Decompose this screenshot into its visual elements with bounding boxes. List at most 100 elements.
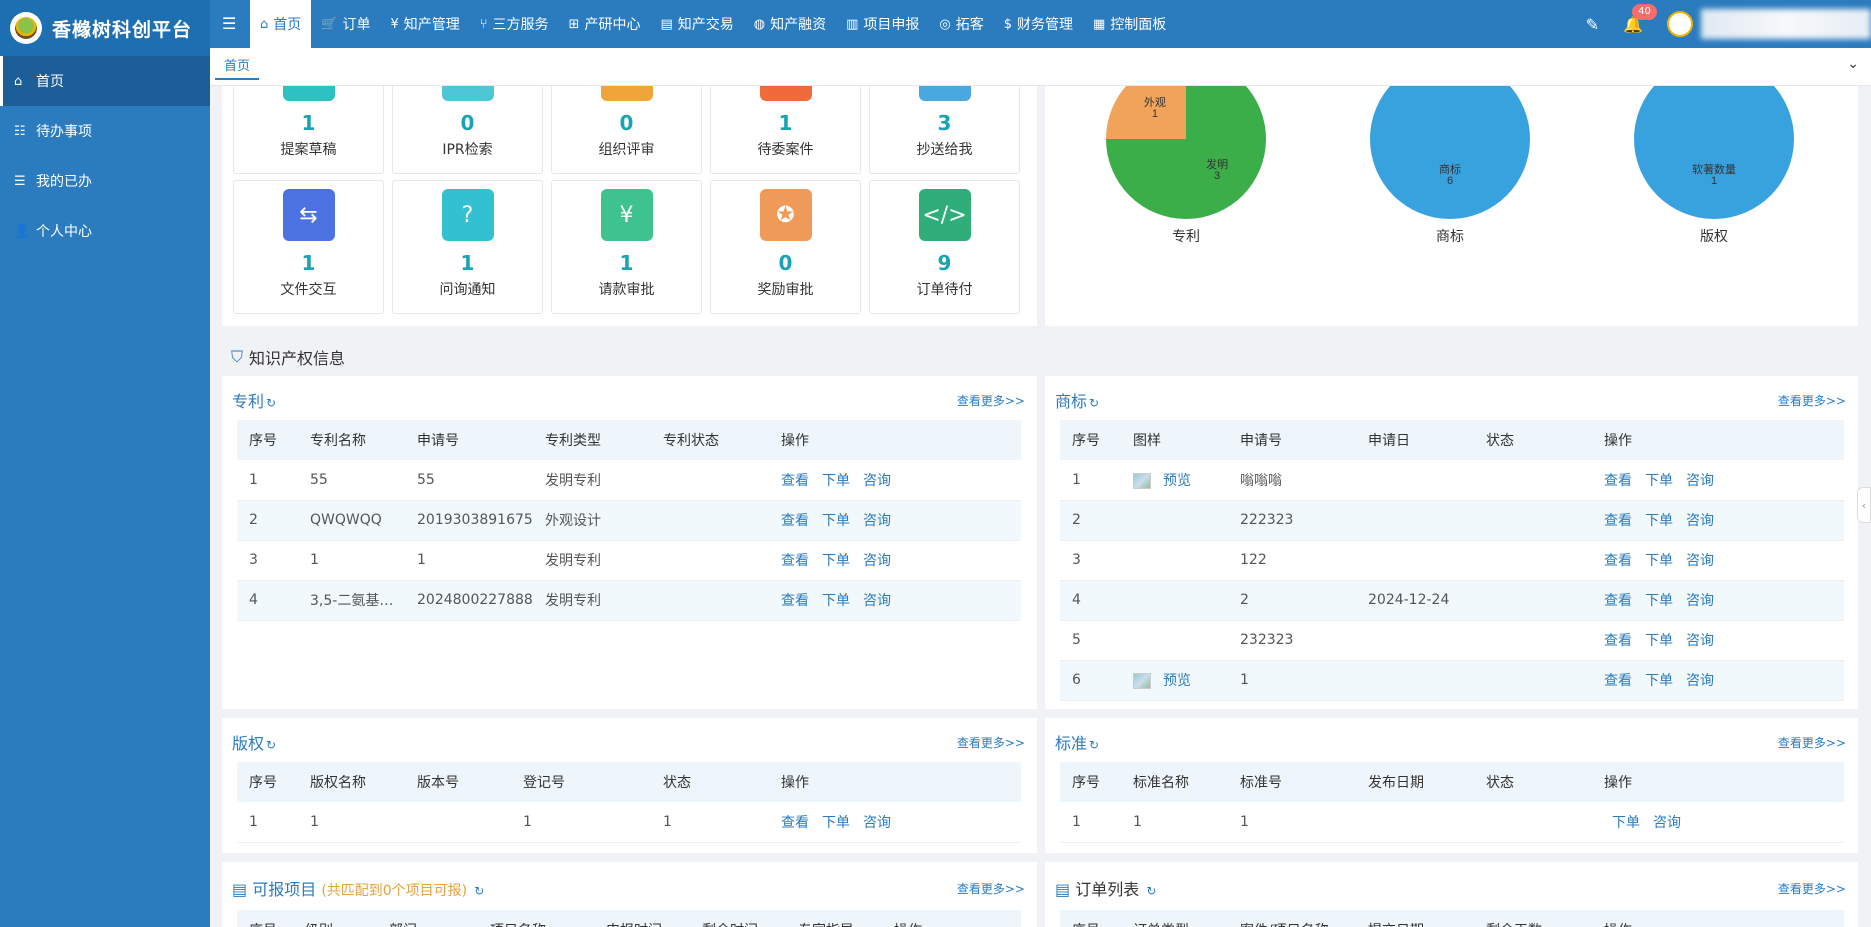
copyright-more-link[interactable]: 查看更多>> (957, 734, 1025, 751)
todo-cell[interactable]: ⇆ 1 文件交互 (233, 180, 384, 314)
projects-more-link[interactable]: 查看更多>> (957, 880, 1025, 897)
consult-link[interactable]: 咨询 (863, 593, 891, 609)
todo-cell[interactable]: </> 9 订单待付 (869, 180, 1020, 314)
nav-item-3[interactable]: ⑂ 三方服务 (470, 0, 559, 48)
orders-more-link[interactable]: 查看更多>> (1778, 880, 1846, 897)
view-link[interactable]: 查看 (1604, 633, 1632, 649)
projects-subtitle: (共匹配到0个项目可报) (321, 883, 468, 899)
view-link[interactable]: 查看 (781, 815, 809, 831)
chevron-down-icon[interactable]: ⌄ (1847, 56, 1859, 72)
view-link[interactable]: 查看 (1604, 553, 1632, 569)
order-link[interactable]: 下单 (1612, 815, 1640, 831)
refresh-icon[interactable]: ↻ (1146, 884, 1156, 898)
refresh-icon[interactable]: ↻ (1089, 396, 1099, 410)
todo-cell[interactable]: ⌕ 0 IPR检索 (392, 86, 543, 174)
todo-cell[interactable]: ✉ 1 待委案件 (710, 86, 861, 174)
consult-link[interactable]: 咨询 (863, 513, 891, 529)
todo-count: 9 (937, 251, 952, 275)
nav-item-0[interactable]: ⌂ 首页 (250, 0, 312, 48)
order-link[interactable]: 下单 (1645, 593, 1673, 609)
order-link[interactable]: 下单 (1645, 553, 1673, 569)
order-link[interactable]: 下单 (822, 593, 850, 609)
order-link[interactable]: 下单 (1645, 513, 1673, 529)
todo-cell[interactable]: ✪ 0 奖励审批 (710, 180, 861, 314)
nav-item-10[interactable]: ▦ 控制面板 (1083, 0, 1176, 48)
standard-table: 序号 标准名称 标准号 发布日期 状态 操作 1 1 1 下单 咨询 (1060, 762, 1844, 843)
order-link[interactable]: 下单 (1645, 473, 1673, 489)
view-link[interactable]: 查看 (781, 593, 809, 609)
view-link[interactable]: 查看 (781, 473, 809, 489)
home-icon: ⌂ (14, 73, 23, 89)
trademark-thumbnail[interactable] (1133, 673, 1151, 689)
patent-more-link[interactable]: 查看更多>> (957, 392, 1025, 409)
nav-item-6[interactable]: ◍ 知产融资 (744, 0, 836, 48)
refresh-icon[interactable]: ↻ (474, 884, 484, 898)
consult-link[interactable]: 咨询 (863, 473, 891, 489)
pie-slice-商标[interactable] (1370, 86, 1530, 219)
todo-cell[interactable]: ☰ 0 组织评审 (551, 86, 702, 174)
consult-link[interactable]: 咨询 (863, 815, 891, 831)
view-link[interactable]: 查看 (1604, 593, 1632, 609)
tab-home[interactable]: 首页 (215, 56, 260, 80)
view-link[interactable]: 查看 (1604, 473, 1632, 489)
trademark-thumbnail[interactable] (1133, 472, 1151, 489)
consult-link[interactable]: 咨询 (1686, 473, 1714, 489)
refresh-icon[interactable]: ↻ (1089, 738, 1099, 752)
order-link[interactable]: 下单 (822, 815, 850, 831)
brand-logo[interactable]: 香橼树科创平台 (0, 0, 210, 56)
preview-link[interactable]: 预览 (1163, 673, 1191, 689)
standard-more-link[interactable]: 查看更多>> (1778, 734, 1846, 751)
edit-icon[interactable]: ✎ (1586, 15, 1599, 34)
consult-link[interactable]: 咨询 (1686, 673, 1714, 689)
nav-item-4[interactable]: ⊞ 产研中心 (559, 0, 651, 48)
view-link[interactable]: 查看 (781, 553, 809, 569)
preview-link[interactable]: 预览 (1163, 473, 1191, 489)
bell-icon[interactable]: 🔔 40 (1623, 3, 1657, 34)
view-link[interactable]: 查看 (1604, 673, 1632, 689)
consult-link[interactable]: 咨询 (1686, 593, 1714, 609)
consult-link[interactable]: 咨询 (1686, 633, 1714, 649)
nav-item-7[interactable]: ▥ 项目申报 (836, 0, 929, 48)
side-drawer-toggle[interactable]: ‹ (1857, 487, 1871, 523)
clipboard-icon: ▤ (1055, 880, 1076, 899)
sidebar-item-0[interactable]: ⌂ 首页 (0, 56, 210, 106)
todo-cell[interactable]: ✎ 1 提案草稿 (233, 86, 384, 174)
pie-slice-外观[interactable] (1106, 86, 1186, 139)
copyright-table: 序号 版权名称 版本号 登记号 状态 操作 1 1 1 1 查看 下单 咨询 (237, 762, 1021, 843)
todo-cell[interactable]: ? 1 问询通知 (392, 180, 543, 314)
nav-item-1[interactable]: 🛒 订单 (311, 0, 380, 48)
nav-item-2[interactable]: ¥ 知产管理 (380, 0, 469, 48)
todo-cell[interactable]: ¥1 请款审批 (551, 180, 702, 314)
order-link[interactable]: 下单 (1645, 633, 1673, 649)
nav-item-5[interactable]: ▤ 知产交易 (650, 0, 743, 48)
view-link[interactable]: 查看 (1604, 513, 1632, 529)
consult-link[interactable]: 咨询 (1686, 553, 1714, 569)
sidebar-item-3[interactable]: 👤 个人中心 (0, 206, 210, 256)
table-cell: 6 (1060, 660, 1121, 701)
order-link[interactable]: 下单 (822, 473, 850, 489)
pie-slice-软著数量[interactable] (1634, 86, 1794, 219)
avatar[interactable] (1667, 11, 1693, 37)
consult-link[interactable]: 咨询 (1686, 513, 1714, 529)
user-name-blurred[interactable] (1701, 9, 1871, 39)
column-header: 标准号 (1228, 762, 1356, 802)
table-cell (1356, 460, 1474, 501)
todo-cell[interactable]: ✓ 3 抄送给我 (869, 86, 1020, 174)
column-header: 登记号 (511, 762, 651, 802)
refresh-icon[interactable]: ↻ (266, 738, 276, 752)
order-link[interactable]: 下单 (1645, 673, 1673, 689)
consult-link[interactable]: 咨询 (1653, 815, 1681, 831)
order-link[interactable]: 下单 (822, 513, 850, 529)
todo-cell-icon: ✓ (918, 86, 971, 101)
refresh-icon[interactable]: ↻ (266, 396, 276, 410)
order-link[interactable]: 下单 (822, 553, 850, 569)
sidebar-item-2[interactable]: ☰ 我的已办 (0, 156, 210, 206)
sidebar-item-1[interactable]: ☷ 待办事项 (0, 106, 210, 156)
nav-item-9[interactable]: $ 财务管理 (994, 0, 1083, 48)
trademark-more-link[interactable]: 查看更多>> (1778, 392, 1846, 409)
consult-link[interactable]: 咨询 (863, 553, 891, 569)
table-cell: 1 (237, 460, 298, 501)
collapse-menu-icon[interactable]: ☰ (222, 14, 236, 33)
view-link[interactable]: 查看 (781, 513, 809, 529)
nav-item-8[interactable]: ◎ 拓客 (929, 0, 993, 48)
